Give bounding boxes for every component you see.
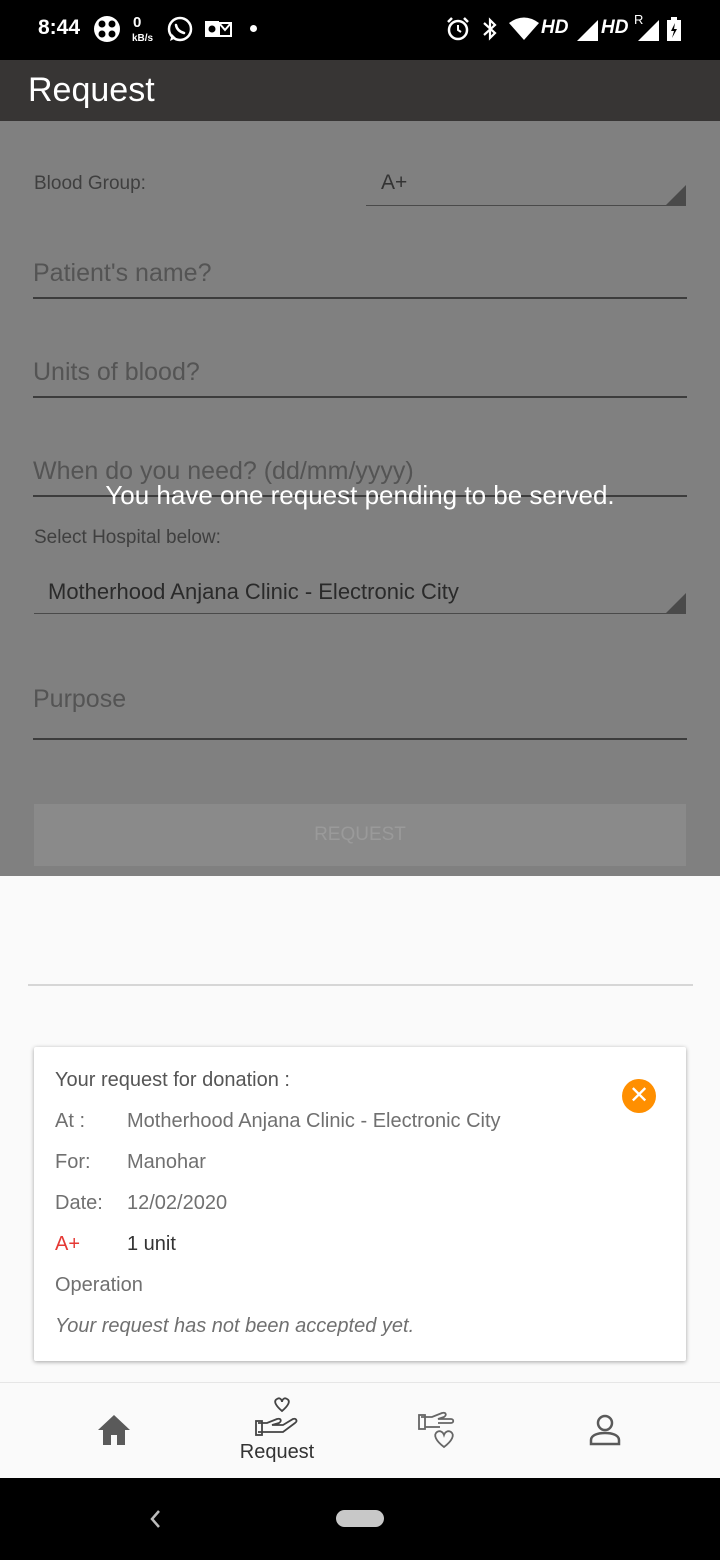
- battery-charging-icon: [666, 14, 682, 49]
- signal-icon-1: [576, 14, 600, 49]
- units-field[interactable]: Units of blood?: [33, 356, 687, 398]
- status-time: 8:44: [38, 16, 81, 39]
- app-bar: Request: [0, 60, 720, 121]
- close-icon[interactable]: ✕: [622, 1079, 656, 1113]
- net-speed-value: 0: [133, 14, 142, 31]
- at-label: At :: [55, 1110, 86, 1132]
- at-value: Motherhood Anjana Clinic - Electronic Ci…: [127, 1110, 501, 1132]
- nav-request[interactable]: Request: [197, 1383, 357, 1479]
- hospital-label: Select Hospital below:: [34, 527, 221, 548]
- pending-request-message: You have one request pending to be serve…: [105, 480, 615, 510]
- bottom-navigation: Request: [0, 1382, 720, 1479]
- net-speed-unit: kB/s: [132, 33, 154, 44]
- blood-group-label: Blood Group:: [34, 173, 146, 194]
- purpose-value: Operation: [55, 1274, 143, 1296]
- purpose-placeholder: Purpose: [33, 685, 127, 713]
- request-heart-hand-icon: [255, 1397, 301, 1444]
- hd-label-2: HD: [601, 17, 629, 38]
- profile-icon: [588, 1413, 622, 1452]
- units-underline: [33, 396, 687, 398]
- blood-group-value: A+: [381, 171, 408, 194]
- request-button[interactable]: REQUEST: [34, 804, 686, 866]
- home-pill-button[interactable]: [336, 1510, 384, 1527]
- nav-donate[interactable]: [382, 1383, 502, 1479]
- date-label: Date:: [55, 1192, 103, 1214]
- units-placeholder: Units of blood?: [33, 358, 200, 386]
- units-value: 1 unit: [127, 1233, 176, 1255]
- hospital-dropdown[interactable]: Motherhood Anjana Clinic - Electronic Ci…: [34, 573, 686, 615]
- request-status: Your request has not been accepted yet.: [55, 1315, 415, 1337]
- dropdown-arrow-icon: [666, 593, 686, 613]
- for-label: For:: [55, 1151, 91, 1173]
- request-button-label: REQUEST: [314, 824, 406, 845]
- nav-home[interactable]: [54, 1383, 174, 1479]
- nav-request-label: Request: [239, 1441, 315, 1463]
- outlook-icon: [203, 14, 233, 49]
- date-value: 12/02/2020: [127, 1192, 228, 1214]
- status-bar: 8:44 0 kB/s HD HD R: [0, 0, 720, 60]
- purpose-field[interactable]: Purpose: [33, 681, 687, 741]
- dropdown-underline: [34, 613, 686, 614]
- whatsapp-icon: [166, 14, 194, 49]
- nav-profile[interactable]: [545, 1383, 665, 1479]
- card-heading: Your request for donation :: [55, 1069, 290, 1091]
- wifi-icon: [508, 14, 540, 49]
- home-icon: [96, 1413, 132, 1452]
- purpose-underline: [33, 738, 687, 740]
- signal-icon-2: [637, 14, 661, 49]
- bluetooth-icon: [482, 14, 498, 49]
- app-notification-icon: [92, 14, 122, 49]
- patient-name-underline: [33, 297, 687, 299]
- alarm-icon: [446, 14, 470, 49]
- patient-name-field[interactable]: Patient's name?: [33, 257, 687, 299]
- back-icon[interactable]: [146, 1507, 166, 1536]
- dropdown-arrow-icon: [666, 185, 686, 205]
- patient-name-placeholder: Patient's name?: [33, 259, 212, 287]
- page-title: Request: [28, 71, 155, 109]
- hospital-value: Motherhood Anjana Clinic - Electronic Ci…: [48, 579, 459, 604]
- section-divider: [28, 984, 693, 986]
- more-notifications-dot: [250, 25, 257, 32]
- hd-label-1: HD: [541, 17, 569, 38]
- donate-heart-hand-icon: [418, 1411, 464, 1456]
- for-value: Manohar: [127, 1151, 206, 1173]
- request-card: Your request for donation : ✕ At : Mothe…: [34, 1047, 686, 1361]
- dropdown-underline: [366, 205, 686, 206]
- blood-group-badge: A+: [55, 1233, 81, 1255]
- blood-group-dropdown[interactable]: A+: [366, 167, 686, 207]
- system-navigation-bar: [0, 1478, 720, 1560]
